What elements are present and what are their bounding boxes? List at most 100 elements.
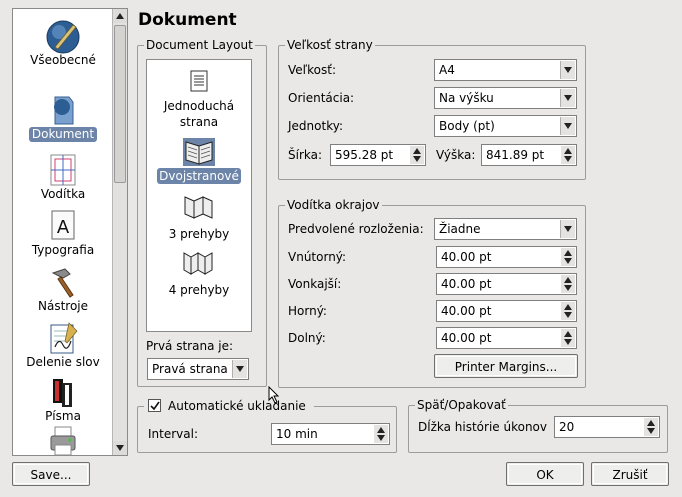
layout-item-label: 3 prehyby [168,227,230,241]
interval-label: Interval: [148,427,198,441]
spin-arrows-icon[interactable] [561,302,575,320]
spin-arrows-icon[interactable] [561,248,575,266]
mouse-pointer-icon [268,386,280,404]
button-label: Printer Margins... [436,356,576,376]
spin-arrows-icon[interactable] [561,146,575,164]
orientation-select[interactable]: Na výšku [434,87,577,109]
units-label: Jednotky: [288,119,343,133]
printer-margins-button[interactable]: Printer Margins... [434,354,578,378]
layout-item-label: strana [179,115,219,129]
dropdown-arrow-icon [560,220,575,238]
inside-margin-spinbox[interactable]: 40.00 pt [436,246,577,268]
orientation-value: Na výšku [439,91,494,105]
autosave-label[interactable]: Automatické ukladanie [168,398,306,414]
scroll-down-button[interactable] [113,441,127,455]
group-legend: Vodítka okrajov [285,198,382,212]
sidebar[interactable]: Všeobecné Dokument Vodítka A Typografia … [12,8,128,456]
layout-item-label: Dvojstranové [157,168,241,184]
width-spinbox[interactable]: 595.28 pt [330,144,426,166]
bottom-margin-value: 40.00 pt [441,331,492,345]
sidebar-item-typography[interactable]: A Typografia [13,209,113,258]
spin-arrows-icon[interactable] [410,146,424,164]
orientation-label: Orientácia: [288,91,355,105]
layout-list[interactable]: Jednoduchá strana Dvojstranové 3 prehyby… [146,59,252,332]
cancel-button[interactable]: Zrušiť [591,462,669,486]
height-spinbox[interactable]: 841.89 pt [481,144,577,166]
dropdown-arrow-icon [232,360,247,378]
group-legend: Veľkosť strany [285,38,375,52]
layout-item-label: 4 prehyby [168,283,230,297]
sidebar-item-fonts[interactable]: Písma [13,375,113,424]
size-select[interactable]: A4 [434,59,577,81]
bottom-margin-spinbox[interactable]: 40.00 pt [436,327,577,349]
sidebar-item-document[interactable]: Dokument [13,93,113,142]
top-margin-label: Horný: [288,304,327,318]
scroll-up-button[interactable] [113,9,127,23]
ok-button[interactable]: OK [506,462,584,486]
history-length-value: 20 [559,420,575,434]
spin-arrows-icon[interactable] [561,275,575,293]
width-label: Šírka: [288,148,323,162]
sidebar-item-tools[interactable]: Nástroje [13,265,113,314]
sidebar-scrollbar[interactable] [112,9,127,455]
sidebar-item-general[interactable]: Všeobecné [13,19,113,68]
top-margin-value: 40.00 pt [441,304,492,318]
dropdown-arrow-icon [560,117,575,135]
sidebar-item-hyphenator[interactable]: Delenie slov [13,321,113,370]
sidebar-item-label: Vodítka [40,187,86,201]
hyphenator-icon [43,321,83,355]
arrow-up-icon [116,13,124,19]
checkmark-icon [150,401,160,411]
first-page-select[interactable]: Pravá strana [147,358,249,380]
interval-value: 10 min [276,427,318,441]
history-length-spinbox[interactable]: 20 [554,416,660,438]
preset-layout-select[interactable]: Žiadne [434,218,577,240]
spin-arrows-icon[interactable] [644,418,658,436]
size-value: A4 [439,63,455,77]
preset-layout-label: Predvolené rozloženia: [288,222,424,236]
hammer-icon [43,265,83,299]
preset-layout-value: Žiadne [439,222,481,236]
sidebar-item-label: Písma [45,409,81,423]
first-page-label: Prvá strana je: [146,339,234,353]
typography-icon: A [43,209,83,243]
sidebar-item-label: Typografia [31,243,95,257]
sidebar-item-printer[interactable] [13,425,113,455]
dropdown-arrow-icon [560,89,575,107]
dropdown-arrow-icon [560,61,575,79]
save-button[interactable]: Save... [12,462,90,486]
sidebar-item-label: Delenie slov [26,355,100,369]
units-value: Body (pt) [439,119,495,133]
height-value: 841.89 pt [486,148,545,162]
3-fold-icon [184,196,213,219]
interval-spinbox[interactable]: 10 min [271,423,390,445]
outside-margin-label: Vonkajší: [288,277,342,291]
page-title: Dokument [138,10,237,30]
size-label: Veľkosť: [288,63,337,77]
outside-margin-value: 40.00 pt [441,277,492,291]
history-length-label: Dĺžka histórie úkonov [418,420,547,434]
sidebar-item-label: Všeobecné [30,53,96,67]
sidebar-item-label: Dokument [28,127,98,142]
layout-item-4-fold[interactable]: 4 prehyby [147,250,251,298]
units-select[interactable]: Body (pt) [434,115,577,137]
spin-arrows-icon[interactable] [561,329,575,347]
button-label: Save... [14,464,88,484]
single-page-icon [190,70,208,92]
first-page-value: Pravá strana [152,362,228,376]
button-label: OK [508,464,582,484]
layout-item-single[interactable]: Jednoduchá strana [147,70,251,130]
fonts-icon [43,375,83,409]
inside-margin-label: Vnútorný: [288,250,347,264]
layout-item-double-sided[interactable]: Dvojstranové [147,138,251,184]
sidebar-item-guides[interactable]: Vodítka [13,153,113,202]
spin-arrows-icon[interactable] [374,425,388,443]
scroll-thumb[interactable] [114,25,126,183]
autosave-checkbox[interactable] [148,399,161,412]
document-icon [43,93,83,127]
layout-item-label: Jednoduchá [163,99,235,113]
outside-margin-spinbox[interactable]: 40.00 pt [436,273,577,295]
top-margin-spinbox[interactable]: 40.00 pt [436,300,577,322]
group-legend: Document Layout [144,38,255,52]
layout-item-3-fold[interactable]: 3 prehyby [147,194,251,242]
